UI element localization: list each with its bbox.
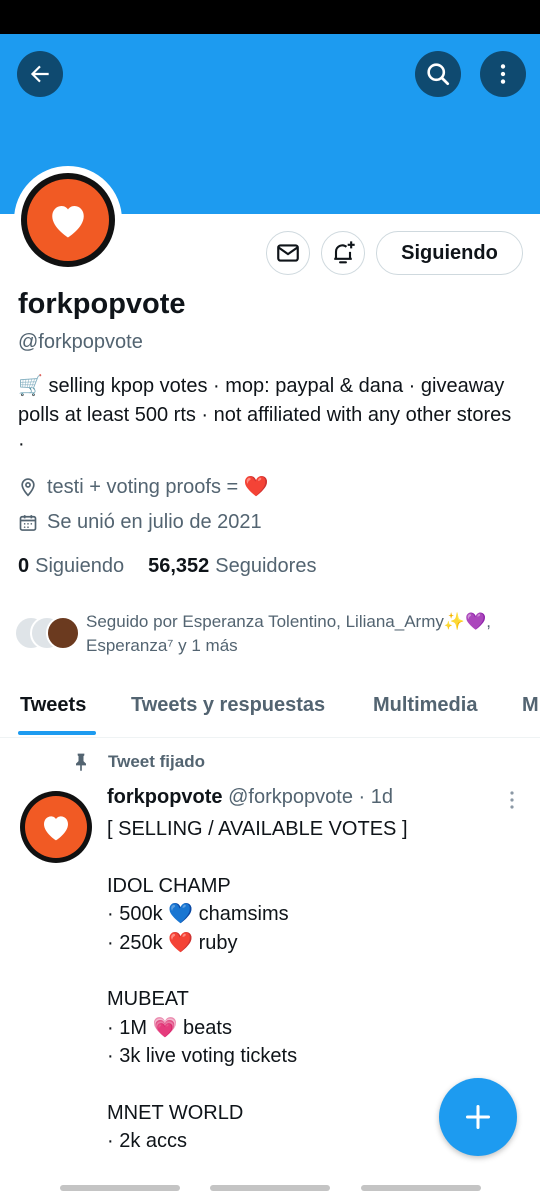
followers-label: Seguidores bbox=[215, 555, 317, 577]
profile-avatar[interactable] bbox=[14, 166, 122, 274]
profile-joined: Se unió en julio de 2021 bbox=[18, 511, 262, 534]
heart-logo-icon bbox=[52, 206, 84, 238]
plus-icon bbox=[465, 1104, 491, 1130]
profile-bio: 🛒 selling kpop votes · mop: paypal & dan… bbox=[18, 375, 512, 455]
follow-counts: 0 Siguiendo 56,352 Seguidores bbox=[18, 555, 316, 578]
pin-icon bbox=[76, 753, 86, 772]
profile-tabs: Tweets Tweets y respuestas Multimedia M bbox=[0, 686, 540, 738]
more-vertical-icon bbox=[510, 791, 514, 809]
location-pin-icon bbox=[21, 477, 35, 497]
notifications-button[interactable] bbox=[321, 231, 365, 275]
avatar bbox=[46, 616, 80, 650]
back-arrow-icon bbox=[30, 65, 49, 83]
following-link[interactable]: 0 Siguiendo bbox=[18, 555, 124, 578]
followed-by[interactable]: Seguido por Esperanza Tolentino, Liliana… bbox=[14, 610, 526, 658]
joined-text: Se unió en julio de 2021 bbox=[47, 511, 262, 533]
nav-gesture-bar bbox=[60, 1185, 180, 1191]
active-tab-indicator bbox=[18, 731, 96, 735]
more-vertical-icon bbox=[500, 64, 506, 84]
tweet-timestamp[interactable]: · 1d bbox=[359, 786, 393, 808]
tweet-header: forkpopvote @forkpopvote · 1d bbox=[107, 786, 393, 809]
heart-logo-icon bbox=[44, 816, 68, 841]
display-name: forkpopvote bbox=[18, 288, 186, 320]
more-options-button[interactable] bbox=[480, 51, 526, 97]
location-text[interactable]: testi + voting proofs = ❤️ bbox=[47, 474, 269, 499]
nav-gesture-bar bbox=[210, 1185, 330, 1191]
tweet-author-handle[interactable]: @forkpopvote bbox=[228, 786, 353, 808]
followed-by-text: Seguido por Esperanza Tolentino, Liliana… bbox=[86, 612, 491, 655]
tweet-author-avatar[interactable] bbox=[20, 791, 92, 863]
pinned-tweet-label: Tweet fijado bbox=[72, 752, 205, 772]
calendar-icon bbox=[19, 514, 37, 531]
tab-media[interactable]: Multimedia bbox=[373, 694, 477, 717]
following-button[interactable]: Siguiendo bbox=[376, 231, 523, 275]
search-icon bbox=[427, 63, 450, 86]
search-button[interactable] bbox=[415, 51, 461, 97]
tab-tweets[interactable]: Tweets bbox=[20, 694, 86, 717]
follower-avatars bbox=[14, 616, 82, 652]
mail-icon bbox=[277, 244, 299, 262]
user-handle: @forkpopvote bbox=[18, 331, 143, 353]
following-count: 0 bbox=[18, 555, 30, 577]
following-label: Siguiendo bbox=[35, 555, 125, 577]
tweet-more-button[interactable] bbox=[506, 790, 518, 815]
message-button[interactable] bbox=[266, 231, 310, 275]
back-button[interactable] bbox=[17, 51, 63, 97]
pinned-text: Tweet fijado bbox=[108, 752, 205, 771]
compose-tweet-button[interactable] bbox=[439, 1078, 517, 1156]
profile-location: testi + voting proofs = ❤️ bbox=[18, 474, 269, 499]
status-bar bbox=[0, 0, 540, 34]
nav-gesture-bar bbox=[361, 1185, 481, 1191]
tab-likes[interactable]: M bbox=[522, 694, 539, 717]
bell-plus-icon bbox=[334, 241, 355, 264]
tweet-author-name[interactable]: forkpopvote bbox=[107, 786, 223, 808]
tab-tweets-replies[interactable]: Tweets y respuestas bbox=[131, 694, 325, 717]
followers-count: 56,352 bbox=[148, 555, 210, 577]
followers-link[interactable]: 56,352 Seguidores bbox=[148, 555, 316, 578]
